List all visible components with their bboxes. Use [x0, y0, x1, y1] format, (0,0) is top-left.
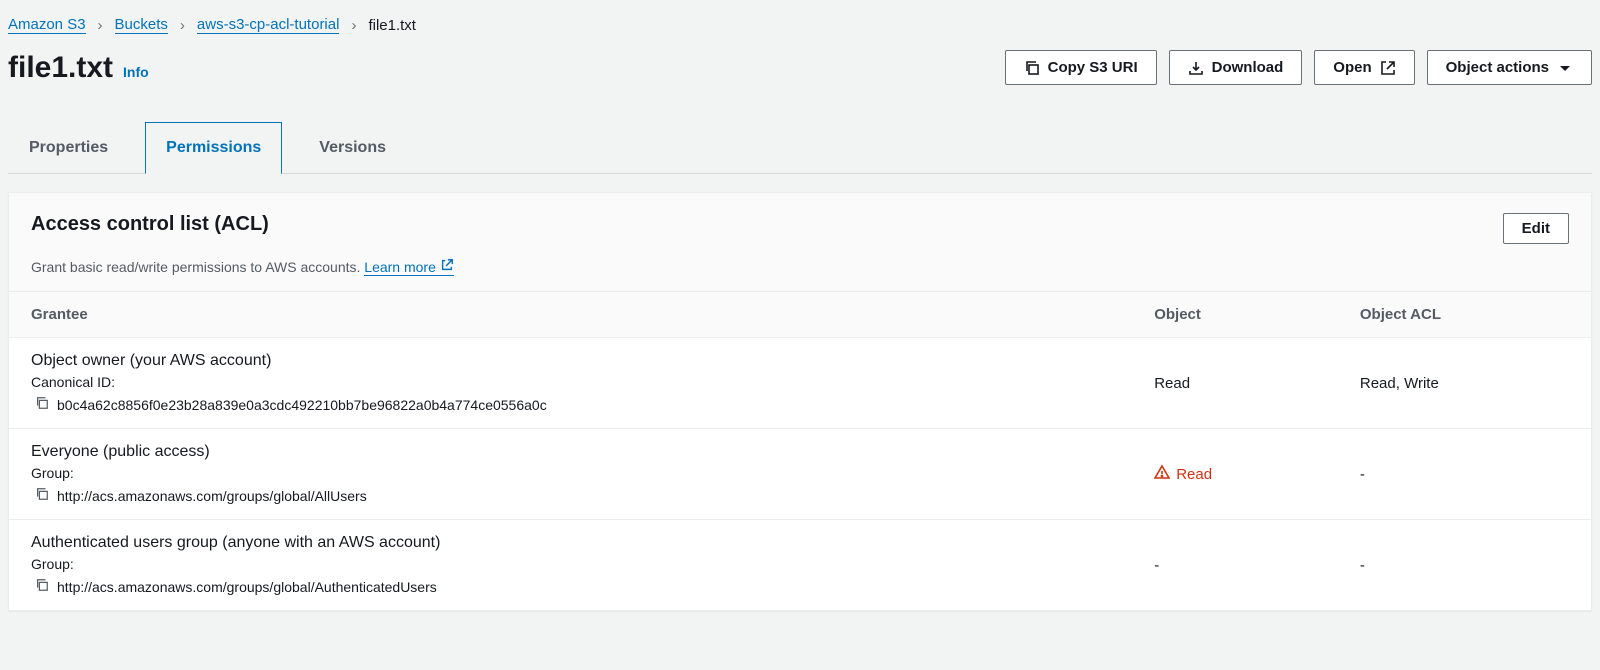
- panel-title: Access control list (ACL): [31, 213, 269, 236]
- breadcrumb: Amazon S3 › Buckets › aws-s3-cp-acl-tuto…: [8, 0, 1592, 44]
- acl-panel: Access control list (ACL) Edit Grant bas…: [8, 192, 1592, 611]
- action-bar: Copy S3 URI Download Open Object actions: [1005, 50, 1592, 85]
- open-button[interactable]: Open: [1314, 50, 1414, 85]
- page-title: file1.txt: [8, 51, 113, 85]
- acl-cell: Read, Write: [1338, 338, 1591, 429]
- copy-s3-uri-label: Copy S3 URI: [1048, 59, 1138, 76]
- caret-down-icon: [1557, 60, 1573, 76]
- grantee-id: http://acs.amazonaws.com/groups/global/A…: [57, 488, 367, 504]
- table-row: Authenticated users group (anyone with a…: [9, 520, 1591, 611]
- object-cell: Read: [1132, 338, 1338, 429]
- grantee-id: b0c4a62c8856f0e23b28a839e0a3cdc492210bb7…: [57, 397, 547, 413]
- copy-icon[interactable]: [35, 487, 49, 505]
- acl-cell: -: [1338, 429, 1591, 520]
- tab-versions[interactable]: Versions: [298, 122, 407, 174]
- breadcrumb-current: file1.txt: [368, 17, 416, 34]
- table-row: Object owner (your AWS account) Canonica…: [9, 338, 1591, 429]
- object-actions-button[interactable]: Object actions: [1427, 50, 1592, 85]
- download-label: Download: [1212, 59, 1284, 76]
- info-link[interactable]: Info: [123, 64, 149, 80]
- acl-table: Grantee Object Object ACL Object owner (…: [9, 292, 1591, 610]
- learn-more-link[interactable]: Learn more: [364, 259, 453, 276]
- object-value-warning: Read: [1176, 466, 1212, 483]
- object-value: -: [1154, 557, 1159, 574]
- copy-icon[interactable]: [35, 396, 49, 414]
- tab-properties[interactable]: Properties: [8, 122, 129, 174]
- grantee-sublabel: Group:: [31, 465, 1110, 481]
- page-header: file1.txt Info Copy S3 URI Download Open…: [8, 44, 1592, 97]
- open-label: Open: [1333, 59, 1371, 76]
- breadcrumb-root[interactable]: Amazon S3: [8, 16, 86, 34]
- download-icon: [1188, 60, 1204, 76]
- chevron-right-icon: ›: [98, 17, 103, 34]
- object-value: Read: [1154, 375, 1190, 392]
- copy-icon: [1024, 60, 1040, 76]
- grantee-name: Object owner (your AWS account): [31, 352, 1110, 370]
- panel-description: Grant basic read/write permissions to AW…: [9, 258, 1591, 291]
- col-grantee: Grantee: [9, 292, 1132, 338]
- col-acl: Object ACL: [1338, 292, 1591, 338]
- warning-icon: [1154, 464, 1170, 484]
- object-cell: Read: [1132, 429, 1338, 520]
- tab-permissions[interactable]: Permissions: [145, 122, 282, 174]
- object-actions-label: Object actions: [1446, 59, 1549, 76]
- grantee-name: Authenticated users group (anyone with a…: [31, 534, 1110, 552]
- external-link-icon: [440, 258, 454, 272]
- chevron-right-icon: ›: [180, 17, 185, 34]
- col-object: Object: [1132, 292, 1338, 338]
- copy-icon[interactable]: [35, 578, 49, 596]
- breadcrumb-buckets[interactable]: Buckets: [115, 16, 168, 34]
- tabs: Properties Permissions Versions: [8, 121, 1592, 174]
- grantee-sublabel: Canonical ID:: [31, 374, 1110, 390]
- panel-desc-text: Grant basic read/write permissions to AW…: [31, 259, 360, 275]
- object-cell: -: [1132, 520, 1338, 611]
- external-link-icon: [1380, 60, 1396, 76]
- download-button[interactable]: Download: [1169, 50, 1303, 85]
- learn-more-label: Learn more: [364, 259, 436, 275]
- grantee-id: http://acs.amazonaws.com/groups/global/A…: [57, 579, 437, 595]
- acl-cell: -: [1338, 520, 1591, 611]
- edit-button[interactable]: Edit: [1503, 213, 1569, 244]
- breadcrumb-bucket[interactable]: aws-s3-cp-acl-tutorial: [197, 16, 340, 34]
- table-row: Everyone (public access) Group: http://a…: [9, 429, 1591, 520]
- grantee-sublabel: Group:: [31, 556, 1110, 572]
- grantee-name: Everyone (public access): [31, 443, 1110, 461]
- copy-s3-uri-button[interactable]: Copy S3 URI: [1005, 50, 1157, 85]
- chevron-right-icon: ›: [351, 17, 356, 34]
